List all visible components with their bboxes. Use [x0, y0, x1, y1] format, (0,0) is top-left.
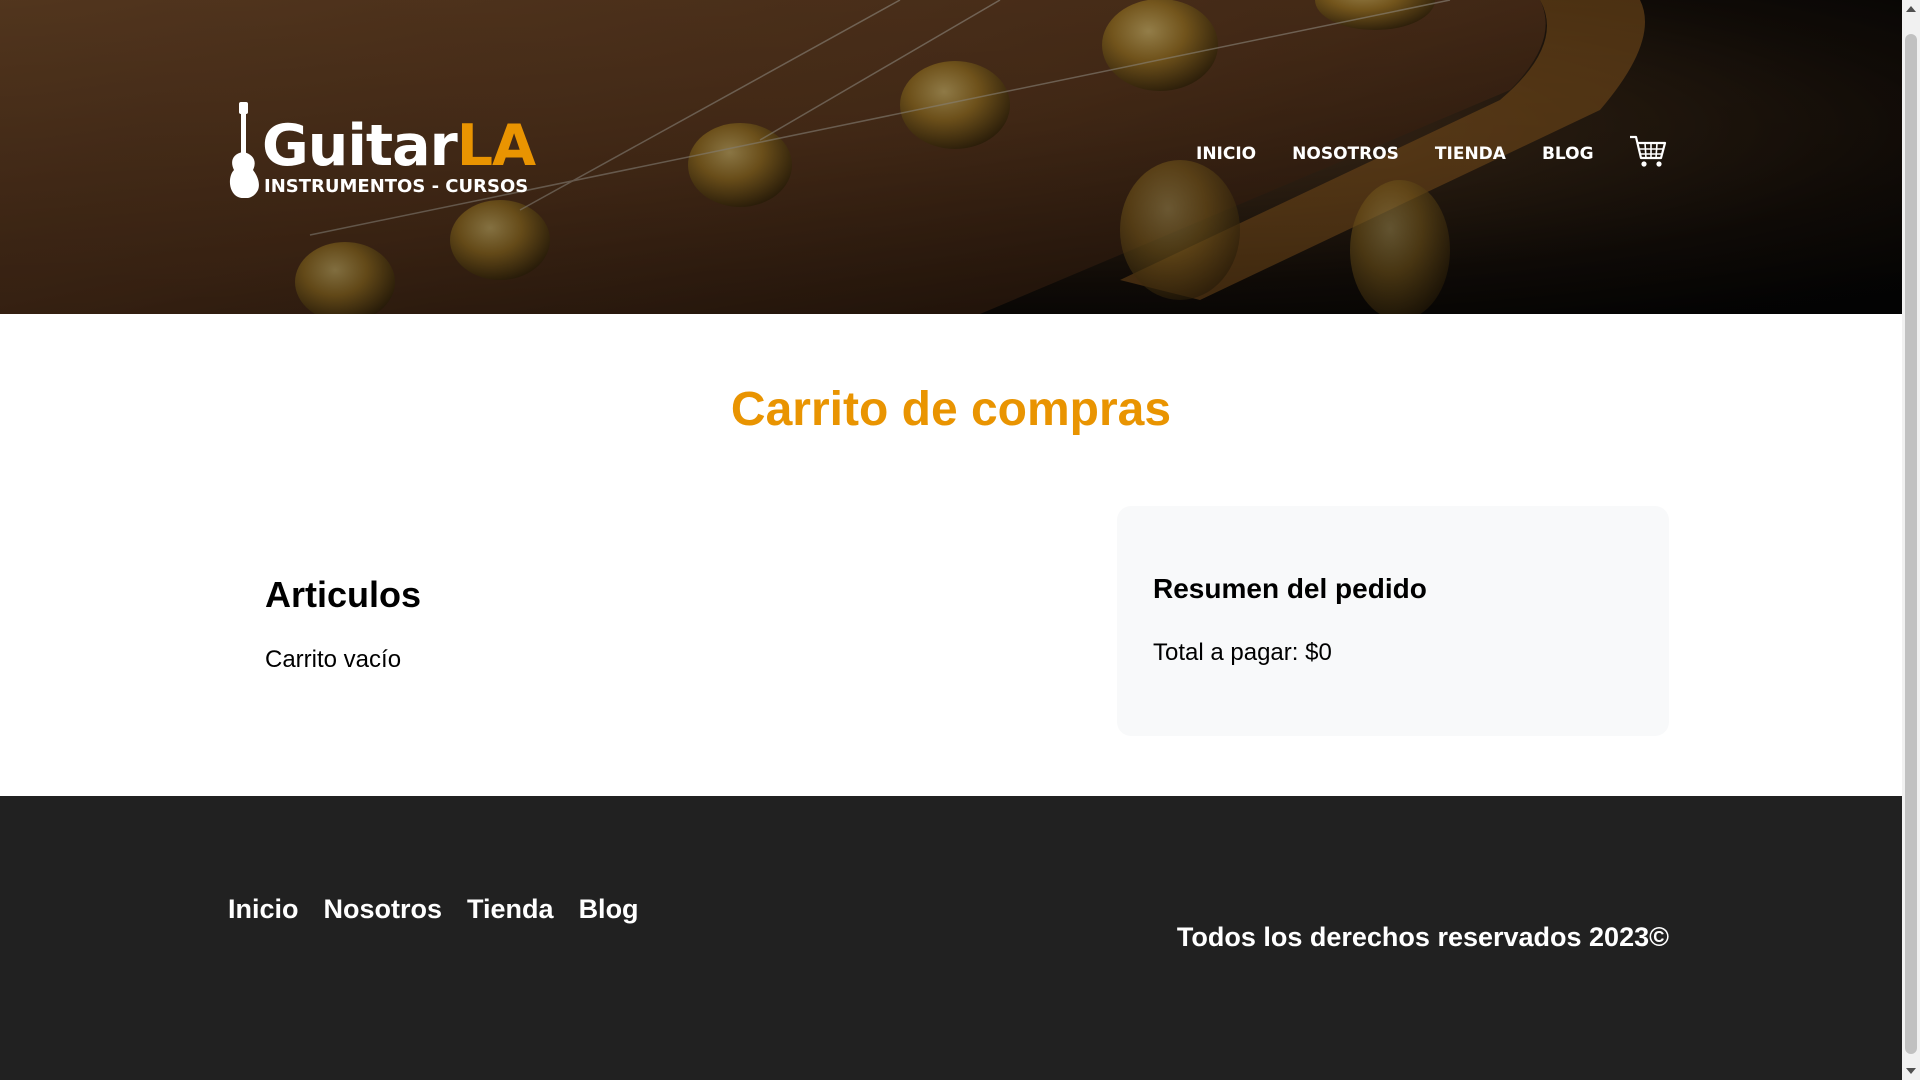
page-title: Carrito de compras — [730, 383, 1172, 436]
empty-cart-message: Carrito vacío — [265, 646, 402, 673]
nav-link-nosotros[interactable]: NOSOTROS — [1292, 144, 1399, 164]
logo-wordmark: GuitarLA — [262, 113, 536, 179]
footer-link-inicio[interactable]: Inicio — [228, 894, 299, 925]
logo-word-accent: LA — [456, 113, 536, 179]
order-summary-heading: Resumen del pedido — [1153, 573, 1427, 604]
articles-section: Articulos Carrito vacío — [265, 573, 965, 675]
header-nav: INICIO NOSOTROS TIENDA BLOG — [1196, 144, 1630, 164]
copyright-text: Todos los derechos reservados 2023© — [1176, 922, 1669, 952]
articles-heading: Articulos — [265, 574, 422, 615]
footer-link-blog[interactable]: Blog — [579, 894, 639, 925]
order-total: Total a pagar: $0 — [1153, 639, 1332, 666]
site-footer: Inicio Nosotros Tienda Blog Todos los de… — [0, 796, 1902, 1080]
page: GuitarLA INSTRUMENTOS - CURSOS INICIO NO… — [0, 0, 1902, 1080]
scroll-down-arrow-icon[interactable] — [1902, 1062, 1920, 1080]
nav-link-blog[interactable]: BLOG — [1542, 144, 1594, 164]
scrollbar-thumb[interactable] — [1905, 34, 1917, 1054]
footer-nav: Inicio Nosotros Tienda Blog — [228, 894, 664, 925]
logo-subtitle: INSTRUMENTOS - CURSOS — [264, 176, 529, 197]
logo[interactable]: GuitarLA INSTRUMENTOS - CURSOS — [228, 102, 538, 198]
nav-link-tienda[interactable]: TIENDA — [1435, 144, 1506, 164]
site-header: GuitarLA INSTRUMENTOS - CURSOS INICIO NO… — [0, 0, 1902, 314]
order-summary: Resumen del pedido Total a pagar: $0 — [1117, 506, 1669, 736]
logo-word-main: Guitar — [262, 113, 458, 179]
footer-link-nosotros[interactable]: Nosotros — [324, 894, 443, 925]
cart-button[interactable] — [1629, 134, 1667, 168]
footer-link-tienda[interactable]: Tienda — [467, 894, 554, 925]
guitar-icon — [229, 102, 259, 198]
shopping-cart-icon — [1630, 135, 1667, 167]
nav-link-inicio[interactable]: INICIO — [1196, 144, 1256, 164]
vertical-scrollbar[interactable] — [1902, 0, 1920, 1080]
scroll-up-arrow-icon[interactable] — [1902, 0, 1920, 18]
